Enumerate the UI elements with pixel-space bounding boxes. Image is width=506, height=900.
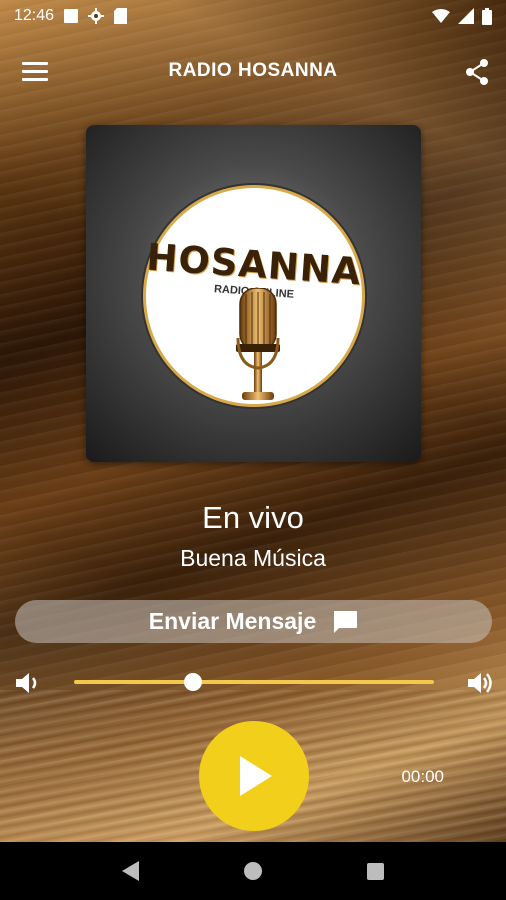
signal-icon bbox=[458, 8, 474, 24]
track-title: En vivo bbox=[202, 500, 304, 535]
microphone-icon bbox=[236, 288, 280, 400]
track-subtitle: Buena Música bbox=[180, 545, 326, 571]
notification-square-icon bbox=[64, 9, 79, 23]
nav-recents-icon[interactable] bbox=[366, 862, 384, 880]
message-bubble-icon bbox=[334, 610, 358, 633]
station-logo: HOSANNA RADIO ONLINE bbox=[143, 185, 365, 407]
system-nav-bar bbox=[0, 842, 506, 900]
hamburger-menu-icon[interactable] bbox=[22, 62, 48, 82]
volume-control bbox=[0, 668, 506, 698]
volume-slider[interactable] bbox=[74, 673, 434, 691]
app-bar: RADIO HOSANNA bbox=[0, 36, 506, 106]
volume-low-icon[interactable] bbox=[14, 670, 42, 696]
play-button[interactable] bbox=[199, 721, 309, 831]
send-message-label: Enviar Mensaje bbox=[148, 608, 317, 634]
nav-home-icon[interactable] bbox=[243, 862, 262, 880]
send-message-button[interactable]: Enviar Mensaje bbox=[15, 600, 492, 643]
page-title: RADIO HOSANNA bbox=[168, 60, 338, 81]
sd-card-icon bbox=[114, 8, 128, 24]
album-cover: HOSANNA RADIO ONLINE bbox=[86, 125, 421, 462]
volume-slider-thumb[interactable] bbox=[183, 673, 202, 691]
settings-gear-icon bbox=[88, 8, 105, 24]
status-time: 12:46 bbox=[14, 7, 55, 24]
battery-icon bbox=[482, 7, 492, 25]
play-icon bbox=[240, 756, 272, 796]
wifi-icon bbox=[432, 9, 450, 23]
share-icon[interactable] bbox=[464, 58, 490, 86]
volume-high-icon[interactable] bbox=[466, 670, 494, 696]
nav-back-icon[interactable] bbox=[122, 861, 140, 881]
elapsed-time: 00:00 bbox=[401, 767, 444, 786]
status-bar: 12:46 bbox=[0, 0, 506, 32]
